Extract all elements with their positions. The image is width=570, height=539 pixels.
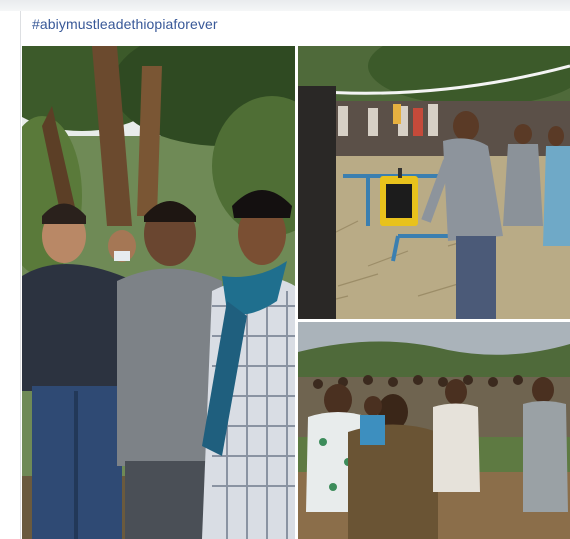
post-left-border (20, 11, 21, 539)
photo-gallery (22, 46, 570, 539)
crowd-outdoor-image (298, 322, 570, 539)
hashtag-link[interactable]: #abiymustleadethiopiaforever (32, 16, 218, 32)
top-divider (0, 0, 570, 11)
group-portrait-image (22, 46, 295, 539)
photo-crowd-outdoor[interactable] (298, 322, 570, 539)
field-equipment-image (298, 46, 570, 319)
photo-field-equipment[interactable] (298, 46, 570, 319)
photo-group-portrait[interactable] (22, 46, 295, 539)
